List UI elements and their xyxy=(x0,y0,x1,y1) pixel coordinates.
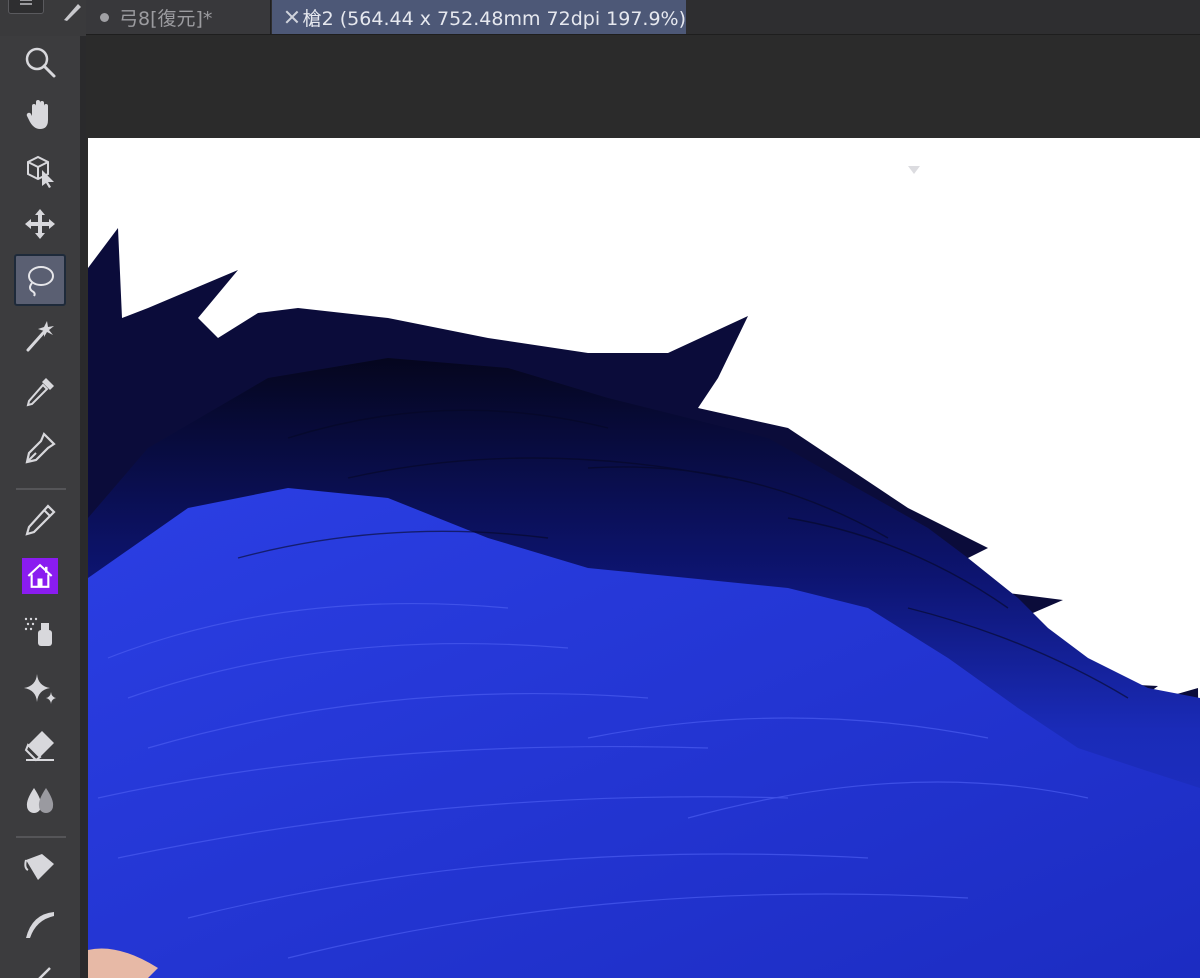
tool-pencil[interactable] xyxy=(14,494,66,546)
bucket-icon xyxy=(24,854,54,880)
line-icon xyxy=(38,967,51,978)
tool-figure[interactable] xyxy=(14,948,66,978)
tool-decoration[interactable] xyxy=(14,662,66,714)
curve-icon xyxy=(26,912,54,938)
clip-studio-window: 弓8[復元]* 槍2 (564.44 x 752.48mm 72dpi 197.… xyxy=(0,0,1200,978)
tab-label: 槍2 (564.44 x 752.48mm 72dpi 197.9%) xyxy=(302,7,686,30)
tool-pen[interactable] xyxy=(14,422,66,474)
tool-palette xyxy=(0,36,80,978)
eraser-icon xyxy=(24,731,54,762)
tool-fill[interactable] xyxy=(14,842,66,894)
move-arrows-icon xyxy=(25,209,55,239)
tab-spear2[interactable]: 槍2 (564.44 x 752.48mm 72dpi 197.9%) xyxy=(272,0,686,34)
magnifier-icon xyxy=(25,47,56,78)
pencil-icon xyxy=(25,504,56,536)
menu-area xyxy=(0,0,86,36)
tool-blend[interactable] xyxy=(14,774,66,826)
pen-stub-icon xyxy=(64,4,81,21)
tool-custom-home[interactable] xyxy=(14,550,66,602)
home-icon-box xyxy=(22,558,58,594)
pen-nib-icon xyxy=(25,432,56,464)
eyedropper-icon xyxy=(26,378,54,407)
magic-wand-icon xyxy=(26,321,54,352)
tool-separator xyxy=(16,488,66,490)
tool-lasso-selection[interactable] xyxy=(14,254,66,306)
tab-bow8[interactable]: 弓8[復元]* xyxy=(86,0,271,34)
modified-dot-icon xyxy=(100,12,109,22)
tool-eyedropper[interactable] xyxy=(14,366,66,418)
canvas-artwork[interactable] xyxy=(88,138,1200,978)
tool-auto-select[interactable] xyxy=(14,310,66,362)
tool-gradient[interactable] xyxy=(14,898,66,950)
close-tab-icon[interactable] xyxy=(284,9,295,25)
document-tab-bar: 弓8[復元]* 槍2 (564.44 x 752.48mm 72dpi 197.… xyxy=(86,0,1200,35)
cube-cursor-icon xyxy=(27,155,54,188)
airbrush-icon xyxy=(24,617,52,646)
menu-icon[interactable] xyxy=(8,0,44,14)
lasso-icon xyxy=(28,266,54,297)
hand-icon xyxy=(26,100,48,129)
tool-hand[interactable] xyxy=(14,88,66,140)
tool-zoom[interactable] xyxy=(14,36,66,88)
sparkle-icon xyxy=(24,674,56,704)
tab-label: 弓8[復元]* xyxy=(119,7,213,30)
home-icon xyxy=(27,563,53,588)
tool-operation[interactable] xyxy=(14,144,66,196)
tool-airbrush[interactable] xyxy=(14,606,66,658)
tool-eraser[interactable] xyxy=(14,718,66,770)
tool-move-layer[interactable] xyxy=(14,198,66,250)
hair-illustration xyxy=(88,228,1200,978)
tool-separator xyxy=(16,836,66,838)
drops-icon xyxy=(26,788,54,813)
toolbar-divider xyxy=(80,36,86,978)
